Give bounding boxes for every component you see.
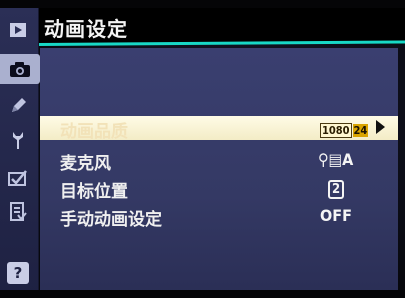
retouch-icon <box>8 170 27 186</box>
menu-item-label: 动画品质 <box>60 122 128 142</box>
tab-my-menu[interactable] <box>4 200 32 224</box>
help-icon: ? <box>13 264 23 282</box>
bottom-bezel <box>0 290 405 298</box>
tab-custom-settings[interactable] <box>4 94 32 118</box>
camera-icon <box>10 62 30 77</box>
movie-size-badge: 1080 <box>320 123 352 138</box>
help-button[interactable]: ? <box>7 262 29 284</box>
playback-icon <box>10 23 26 37</box>
menu-item-label: 麦克风 <box>60 154 111 174</box>
menu-tab-strip: ? <box>0 8 40 296</box>
tab-shooting[interactable] <box>0 54 40 84</box>
menu-item-value: OFF <box>320 206 352 225</box>
top-bezel <box>0 0 405 8</box>
microphone-auto-icon: ⚲▤A <box>318 150 354 169</box>
pencil-icon <box>12 98 26 112</box>
menu-item-movie-quality[interactable]: 动画品质 1080 24 <box>40 116 398 142</box>
my-menu-icon <box>10 202 27 221</box>
card-slot-badge: 2 <box>328 180 345 199</box>
menu-item-label: 目标位置 <box>60 182 128 202</box>
tab-setup[interactable] <box>4 128 32 152</box>
camera-menu-screen: 动画设定 ? 动画品质 1080 24 麦克风 ⚲▤A 目标位置 2 手动动画设… <box>0 0 405 298</box>
wrench-icon <box>13 132 23 149</box>
frame-rate-badge: 24 <box>352 124 369 137</box>
menu-item-label: 手动动画设定 <box>60 210 162 230</box>
chevron-right-icon <box>376 120 385 134</box>
menu-item-value: 2 <box>328 178 345 199</box>
tab-playback[interactable] <box>4 18 32 42</box>
page-title: 动画设定 <box>44 17 128 41</box>
menu-header: 动画设定 <box>38 8 405 44</box>
menu-item-value: 1080 24 <box>320 119 369 138</box>
menu-item-destination[interactable]: 目标位置 2 <box>40 176 398 202</box>
tab-retouch[interactable] <box>4 166 32 190</box>
menu-item-manual-movie-settings[interactable]: 手动动画设定 OFF <box>40 204 398 230</box>
menu-item-microphone[interactable]: 麦克风 ⚲▤A <box>40 148 398 174</box>
